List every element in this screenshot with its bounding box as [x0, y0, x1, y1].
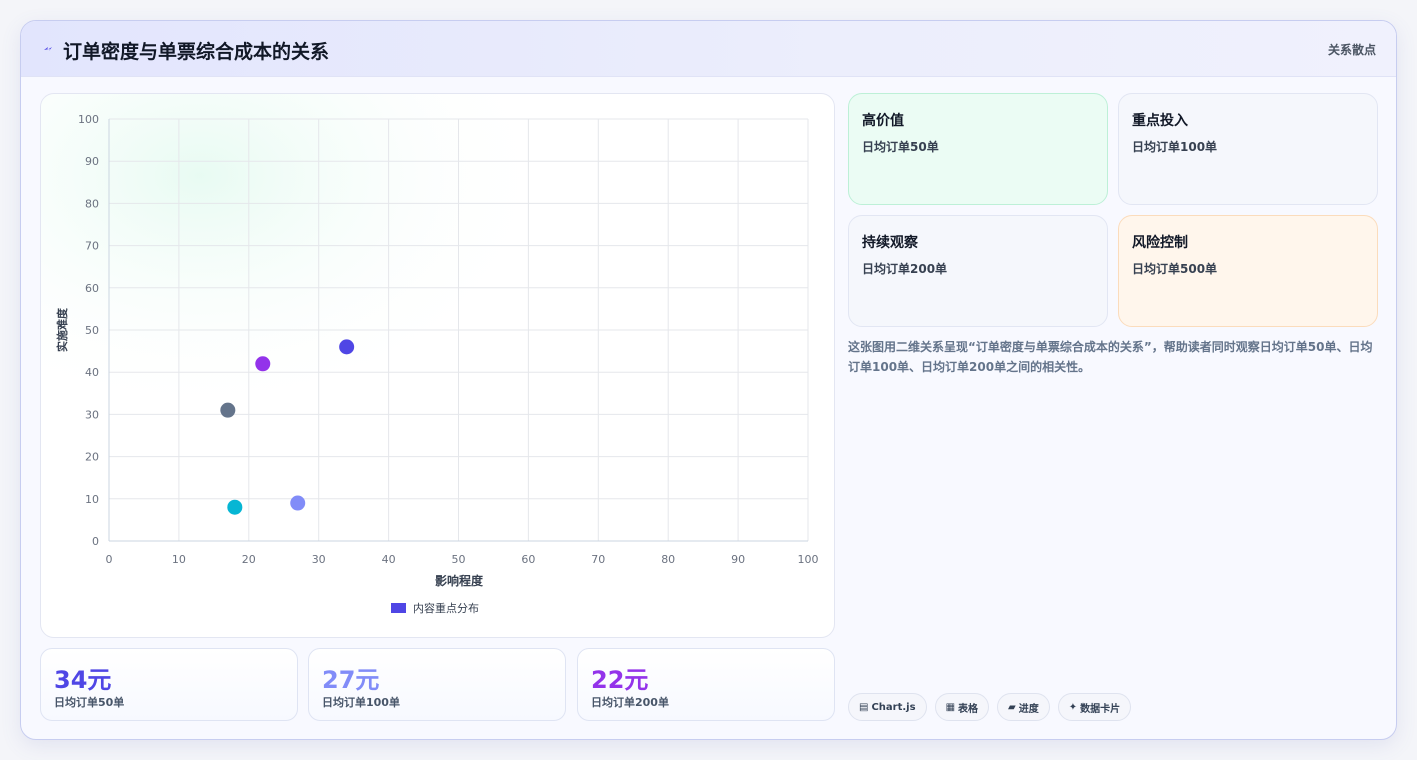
x-tick-label: 0 [106, 553, 113, 566]
stat-value: 22元 [591, 666, 649, 694]
stat-value: 34元 [54, 666, 112, 694]
card-header: 订单密度与单票综合成本的关系 关系散点 [21, 21, 1396, 77]
tag-table[interactable]: ▦ 表格 [934, 693, 990, 721]
x-axis-label: 影响程度 [435, 573, 484, 588]
y-tick-label: 90 [85, 155, 99, 168]
y-tick-label: 20 [85, 451, 99, 464]
scatter-point[interactable] [290, 495, 306, 511]
stat-card-2: 27元 日均订单100单 [308, 648, 566, 721]
y-axis-label: 实施难度 [55, 307, 69, 352]
y-tick-label: 60 [85, 282, 99, 295]
tag-chartjs[interactable]: ▤ Chart.js [848, 693, 927, 721]
chart-icon: ▤ [859, 701, 869, 713]
x-tick-label: 40 [382, 553, 396, 566]
y-tick-label: 80 [85, 197, 99, 210]
quadrant-title: 高价值 [862, 113, 904, 129]
y-tick-label: 30 [85, 408, 99, 421]
tag-label: 数据卡片 [1080, 703, 1121, 715]
stat-label: 日均订单200单 [591, 696, 669, 709]
y-tick-label: 10 [85, 493, 99, 506]
x-tick-label: 100 [798, 553, 819, 566]
main-card: 订单密度与单票综合成本的关系 关系散点 0 10 20 30 40 50 60 70 80 90 1… [20, 20, 1397, 740]
y-tick-label: 50 [85, 324, 99, 337]
table-icon: ▦ [945, 701, 956, 713]
stat-value: 27元 [322, 666, 380, 694]
quadrant-risk-control: 风险控制 日均订单500单 [1118, 215, 1378, 327]
quadrant-subtitle: 日均订单200单 [862, 262, 948, 276]
chart-description: 这张图用二维关系呈现“订单密度与单票综合成本的关系”，帮助读者同时观察日均订单5… [848, 340, 1373, 374]
quadrant-title: 风险控制 [1132, 235, 1188, 251]
x-tick-label: 50 [452, 553, 466, 566]
tag-label: 表格 [958, 703, 979, 715]
scatter-point[interactable] [227, 499, 243, 515]
legend-swatch [391, 603, 406, 613]
quadrant-high-value: 高价值 日均订单50单 [848, 93, 1108, 205]
stat-label: 日均订单100单 [322, 696, 400, 709]
tag-progress[interactable]: ▰ 进度 [997, 693, 1050, 721]
stat-label: 日均订单50单 [54, 696, 125, 709]
stat-card-3: 22元 日均订单200单 [577, 648, 835, 721]
x-tick-label: 90 [731, 553, 745, 566]
tag-label: 进度 [1018, 703, 1039, 715]
x-tick-label: 70 [591, 553, 605, 566]
scatter-point[interactable] [220, 402, 236, 418]
scatter-chart: 0 10 20 30 40 50 60 70 80 90 100 0 10 20 30 40 50 60 70 80 9… [40, 93, 835, 638]
quadrant-title: 持续观察 [862, 235, 918, 251]
x-tick-label: 80 [661, 553, 675, 566]
y-tick-label: 40 [85, 366, 99, 379]
tag-data-card[interactable]: ✦ 数据卡片 [1057, 693, 1132, 721]
page-title: 订单密度与单票综合成本的关系 [63, 41, 330, 63]
tag-label: Chart.js [871, 701, 916, 713]
tag-list: ▤ Chart.js ▦ 表格 ▰ 进度 ✦ 数据卡片 [848, 693, 1132, 721]
quadrant-observe: 持续观察 日均订单200单 [848, 215, 1108, 327]
quadrant-key-investment: 重点投入 日均订单100单 [1118, 93, 1378, 205]
quadrant-title: 重点投入 [1132, 113, 1188, 129]
chart-legend[interactable]: 内容重点分布 [391, 601, 479, 615]
progress-icon: ▰ [1008, 701, 1016, 713]
scatter-chart-svg: 0 10 20 30 40 50 60 70 80 90 100 0 10 20 30 40 50 60 70 80 9… [41, 94, 834, 637]
y-tick-label: 0 [92, 535, 99, 548]
chart-type-badge: 关系散点 [1327, 43, 1376, 57]
lightning-icon [44, 47, 52, 51]
y-tick-label: 100 [78, 113, 99, 126]
quadrant-subtitle: 日均订单100单 [1132, 140, 1218, 154]
x-tick-label: 20 [242, 553, 256, 566]
quadrant-subtitle: 日均订单50单 [862, 140, 939, 154]
quadrant-subtitle: 日均订单500单 [1132, 262, 1218, 276]
scatter-point[interactable] [255, 356, 271, 372]
legend-label: 内容重点分布 [413, 601, 479, 615]
scatter-point[interactable] [339, 339, 355, 355]
stat-card-1: 34元 日均订单50单 [40, 648, 298, 721]
x-tick-label: 30 [312, 553, 326, 566]
x-tick-label: 60 [521, 553, 535, 566]
sparkle-icon: ✦ [1068, 701, 1078, 713]
y-tick-label: 70 [85, 240, 99, 253]
x-tick-label: 10 [172, 553, 186, 566]
